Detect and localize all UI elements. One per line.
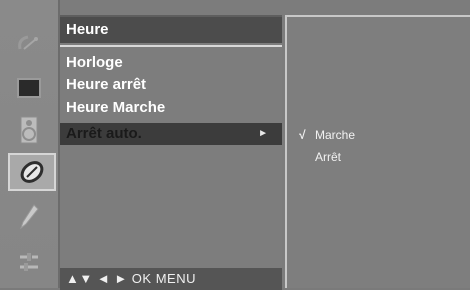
check-mark-icon: √ [299, 128, 306, 142]
special-icon[interactable] [4, 198, 54, 236]
menu-item-arret-auto[interactable]: Arrêt auto. ► [60, 123, 282, 145]
tv-osd-screen: Heure Horloge Heure arrêt Heure Marche A… [0, 0, 470, 290]
menu-title: Heure [60, 17, 282, 43]
category-icon-bar [0, 0, 60, 288]
submenu-arrow-icon: ► [258, 128, 268, 139]
menu-item-label: Heure Marche [66, 99, 166, 116]
menu-item-label: Arrêt auto. [66, 125, 142, 142]
picture-icon[interactable] [4, 69, 54, 107]
menu-item-horloge[interactable]: Horloge [60, 52, 282, 74]
setup-icon[interactable] [4, 243, 54, 281]
menu-item-heure-arret[interactable]: Heure arrêt [60, 74, 282, 96]
speaker-icon[interactable] [4, 111, 54, 149]
menu-title-divider [60, 45, 282, 47]
timer-icon[interactable] [8, 153, 56, 191]
navigation-hint: ▲▼ ◄ ► OK MENU [60, 268, 282, 290]
option-arret[interactable]: Arrêt [299, 147, 341, 167]
submenu-panel: √ Marche Arrêt [285, 15, 470, 288]
option-label: Marche [315, 128, 356, 142]
satellite-dish-icon[interactable] [4, 24, 54, 62]
option-label: Arrêt [315, 150, 342, 164]
menu-item-heure-marche[interactable]: Heure Marche [60, 97, 282, 119]
menu-item-label: Heure arrêt [66, 76, 147, 93]
menu-item-label: Horloge [66, 54, 123, 71]
timer-menu-panel: Heure Horloge Heure arrêt Heure Marche A… [60, 15, 282, 290]
option-marche[interactable]: √ Marche [299, 125, 355, 145]
